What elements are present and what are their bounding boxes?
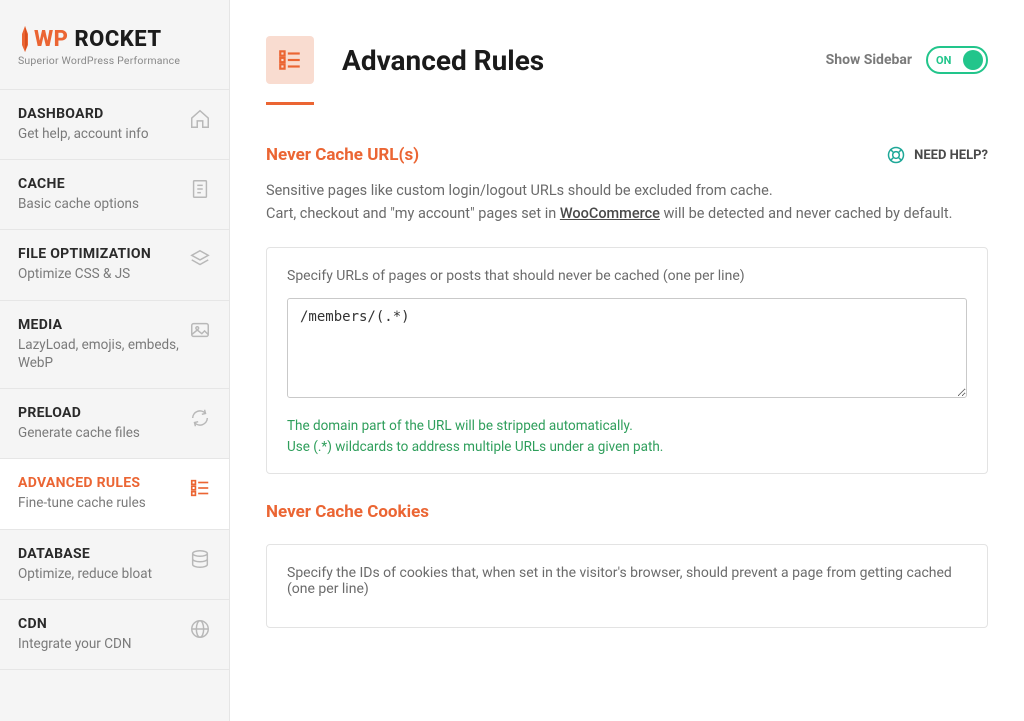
nav-sub: Basic cache options: [18, 195, 181, 213]
section-title-never-cache-cookies: Never Cache Cookies: [266, 502, 988, 522]
sidebar-item-advanced-rules[interactable]: ADVANCED RULES Fine-tune cache rules: [0, 458, 229, 529]
nav-sub: Get help, account info: [18, 125, 181, 143]
toggle-knob: [963, 50, 983, 70]
sidebar-item-database[interactable]: DATABASE Optimize, reduce bloat: [0, 529, 229, 600]
never-cache-cookies-box: Specify the IDs of cookies that, when se…: [266, 544, 988, 628]
document-icon: [189, 178, 211, 200]
input-label: Specify URLs of pages or posts that shou…: [287, 268, 967, 284]
list-rules-icon: [277, 47, 303, 73]
logo-tagline: Superior WordPress Performance: [18, 54, 211, 67]
sidebar: WP ROCKET Superior WordPress Performance…: [0, 0, 230, 721]
section-header: Never Cache URL(s) NEED HELP?: [266, 145, 988, 165]
layers-icon: [189, 248, 211, 270]
lifebuoy-icon: [886, 145, 906, 165]
sidebar-item-file-optimization[interactable]: FILE OPTIMIZATION Optimize CSS & JS: [0, 229, 229, 300]
main-content: Advanced Rules Show Sidebar ON Never Cac…: [230, 0, 1024, 721]
sidebar-item-cache[interactable]: CACHE Basic cache options: [0, 159, 229, 230]
page-header: Advanced Rules Show Sidebar ON: [266, 36, 988, 84]
nav-sub: Integrate your CDN: [18, 635, 181, 653]
nav-title: MEDIA: [18, 317, 181, 333]
section-title-never-cache-urls: Never Cache URL(s): [266, 145, 419, 165]
nav-title: DATABASE: [18, 546, 181, 562]
input-hint: The domain part of the URL will be strip…: [287, 416, 967, 457]
nav-sub: Optimize CSS & JS: [18, 265, 181, 283]
sidebar-item-dashboard[interactable]: DASHBOARD Get help, account info: [0, 89, 229, 160]
globe-icon: [189, 618, 211, 640]
nav-title: ADVANCED RULES: [18, 475, 181, 491]
sidebar-item-media[interactable]: MEDIA LazyLoad, emojis, embeds, WebP: [0, 300, 229, 389]
need-help-label: NEED HELP?: [914, 148, 988, 163]
nav: DASHBOARD Get help, account info CACHE Bas…: [0, 89, 229, 669]
woocommerce-link[interactable]: WooCommerce: [560, 205, 660, 222]
show-sidebar-toggle[interactable]: ON: [926, 46, 988, 74]
rocket-icon: [18, 26, 32, 52]
logo-wp: WP: [34, 27, 68, 52]
home-icon: [189, 108, 211, 130]
toggle-state: ON: [936, 54, 951, 67]
page-icon: [266, 36, 314, 84]
database-icon: [189, 548, 211, 570]
active-tab-indicator: [266, 102, 314, 105]
nav-title: PRELOAD: [18, 405, 181, 421]
input-label: Specify the IDs of cookies that, when se…: [287, 565, 967, 597]
nav-sub: Optimize, reduce bloat: [18, 565, 181, 583]
show-sidebar-label: Show Sidebar: [826, 52, 912, 68]
nav-title: FILE OPTIMIZATION: [18, 246, 181, 262]
sidebar-item-cdn[interactable]: CDN Integrate your CDN: [0, 599, 229, 670]
nav-title: CACHE: [18, 176, 181, 192]
refresh-icon: [189, 407, 211, 429]
nav-title: CDN: [18, 616, 181, 632]
nav-sub: LazyLoad, emojis, embeds, WebP: [18, 336, 181, 372]
logo: WP ROCKET Superior WordPress Performance: [0, 0, 229, 89]
need-help-button[interactable]: NEED HELP?: [886, 145, 988, 165]
nav-sub: Fine-tune cache rules: [18, 494, 181, 512]
nav-sub: Generate cache files: [18, 424, 181, 442]
sidebar-item-preload[interactable]: PRELOAD Generate cache files: [0, 388, 229, 459]
image-icon: [189, 319, 211, 341]
page-title: Advanced Rules: [342, 44, 544, 77]
list-rules-icon: [189, 477, 211, 499]
never-cache-urls-box: Specify URLs of pages or posts that shou…: [266, 247, 988, 474]
logo-rocket: ROCKET: [74, 27, 161, 52]
nav-title: DASHBOARD: [18, 106, 181, 122]
never-cache-urls-textarea[interactable]: [287, 298, 967, 398]
section-description: Sensitive pages like custom login/logout…: [266, 179, 988, 225]
